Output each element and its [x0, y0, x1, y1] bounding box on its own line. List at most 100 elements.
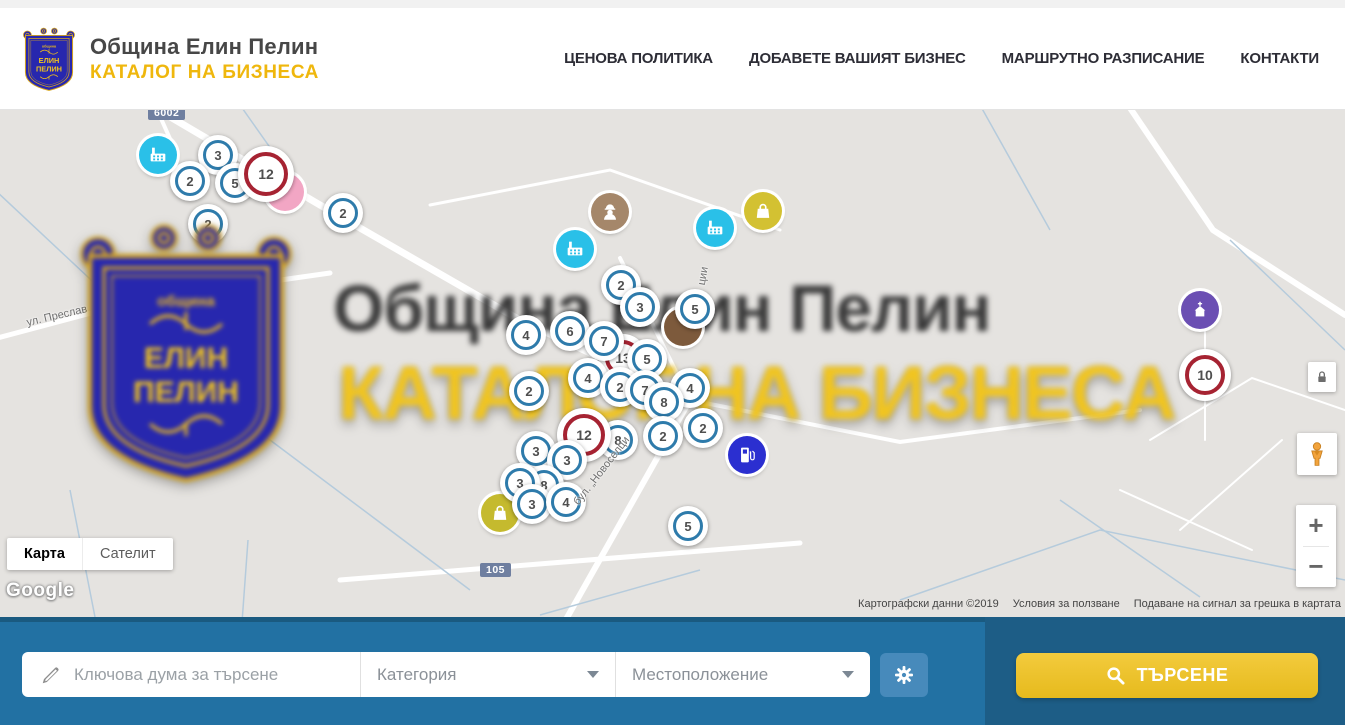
map-cluster[interactable]: 7 — [584, 321, 624, 361]
cluster-count: 4 — [686, 381, 693, 396]
map-cluster[interactable]: 4 — [546, 482, 586, 522]
attribution-data: Картографски данни ©2019 — [858, 598, 999, 610]
cluster-count: 3 — [636, 300, 643, 315]
map-cluster[interactable]: 3 — [620, 287, 660, 327]
municipality-emblem-icon: община ЕЛИН ПЕЛИН — [22, 20, 76, 98]
church-pin[interactable] — [1181, 291, 1219, 329]
zoom-out-button[interactable]: − — [1296, 547, 1336, 588]
map-type-satellite-button[interactable]: Сателит — [82, 538, 173, 570]
map-cluster[interactable]: 5 — [675, 289, 715, 329]
worker-pin[interactable] — [591, 193, 629, 231]
cluster-count: 3 — [214, 148, 221, 163]
cluster-count: 4 — [584, 371, 591, 386]
cluster-count: 5 — [643, 352, 650, 367]
pegman-icon — [1304, 439, 1330, 469]
main-nav: ЦЕНОВА ПОЛИТИКА ДОБАВЕТЕ ВАШИЯТ БИЗНЕС МАР… — [564, 50, 1319, 67]
road-number-badge: 105 — [480, 563, 511, 577]
shopping-bag-icon — [489, 502, 511, 524]
factory-pin[interactable] — [556, 230, 594, 268]
cluster-count: 4 — [562, 495, 569, 510]
category-select[interactable]: Категория — [361, 652, 615, 697]
cluster-count: 2 — [339, 206, 346, 221]
map-cluster[interactable]: 2 — [509, 371, 549, 411]
pencil-icon — [40, 664, 62, 686]
location-select-value: Местоположение — [632, 665, 768, 685]
svg-text:ПЕЛИН: ПЕЛИН — [133, 376, 239, 409]
filter-bar: Категория Местоположение — [22, 652, 870, 697]
church-icon — [1189, 299, 1211, 321]
map-cluster[interactable]: 12 — [238, 146, 294, 202]
cluster-count: 6 — [566, 324, 573, 339]
search-icon — [1106, 666, 1125, 685]
street-label: ции — [696, 266, 711, 286]
category-select-value: Категория — [377, 665, 456, 685]
watermark-title: Община Елин Пелин — [333, 270, 991, 346]
cluster-count: 3 — [528, 497, 535, 512]
brand-logo[interactable]: община ЕЛИН ПЕЛИН Община Елин Пелин КАТА… — [22, 20, 319, 98]
map-cluster[interactable]: 2 — [188, 204, 228, 244]
cluster-count: 2 — [525, 384, 532, 399]
svg-text:община: община — [42, 44, 57, 48]
cluster-count: 5 — [691, 302, 698, 317]
nav-link-0[interactable]: ЦЕНОВА ПОЛИТИКА — [564, 50, 713, 67]
chevron-down-icon — [587, 671, 599, 678]
keyword-search-input[interactable] — [74, 665, 324, 685]
search-bar: Категория Местоположение ТЪРСЕНЕ — [0, 617, 1345, 725]
nav-link-3[interactable]: КОНТАКТИ — [1240, 50, 1319, 67]
location-select[interactable]: Местоположение — [616, 652, 870, 697]
svg-text:ПЕЛИН: ПЕЛИН — [36, 64, 62, 73]
map-cluster[interactable]: 2 — [170, 161, 210, 201]
cluster-count: 2 — [699, 421, 706, 436]
cluster-count: 3 — [532, 444, 539, 459]
map-cluster[interactable]: 2 — [643, 416, 683, 456]
map-cluster[interactable]: 2 — [323, 193, 363, 233]
brand-subtitle: КАТАЛОГ НА БИЗНЕСА — [90, 62, 319, 84]
map-cluster[interactable]: 10 — [1179, 349, 1231, 401]
map-cluster[interactable]: 4 — [506, 315, 546, 355]
search-submit-button[interactable]: ТЪРСЕНЕ — [1016, 653, 1318, 698]
attribution-report-link[interactable]: Подаване на сигнал за грешка в картата — [1134, 598, 1341, 610]
watermark-emblem: община ЕЛИН ПЕЛИН — [76, 216, 296, 488]
brand-title: Община Елин Пелин — [90, 34, 319, 60]
map-cluster[interactable]: 5 — [668, 506, 708, 546]
zoom-control: + − — [1296, 505, 1336, 587]
attribution-terms-link[interactable]: Условия за ползване — [1013, 598, 1120, 610]
cluster-count: 4 — [522, 328, 529, 343]
worker-icon — [599, 201, 621, 223]
top-strip — [0, 0, 1345, 8]
factory-pin[interactable] — [139, 136, 177, 174]
shopping-pin[interactable] — [744, 192, 782, 230]
fuel-station-pin[interactable] — [728, 436, 766, 474]
lock-control-button[interactable] — [1308, 362, 1336, 392]
fuel-icon — [736, 444, 758, 466]
map-cluster[interactable]: 2 — [683, 408, 723, 448]
chevron-down-icon — [842, 671, 854, 678]
cluster-count: 12 — [258, 166, 274, 182]
map-type-map-button[interactable]: Карта — [7, 538, 82, 570]
header: община ЕЛИН ПЕЛИН Община Елин Пелин КАТА… — [0, 8, 1345, 110]
cluster-count: 2 — [617, 278, 624, 293]
cluster-count: 8 — [660, 395, 667, 410]
cluster-count: 2 — [204, 217, 211, 232]
cluster-count: 12 — [576, 427, 592, 443]
zoom-in-button[interactable]: + — [1296, 505, 1336, 546]
lock-icon — [1314, 369, 1330, 385]
map-canvas[interactable]: Община Елин Пелин КАТАЛОГ НА БИЗНЕСА 232… — [0, 110, 1345, 617]
factory-icon — [564, 238, 586, 260]
factory-pin[interactable] — [696, 209, 734, 247]
factory-icon — [704, 217, 726, 239]
svg-text:община: община — [157, 293, 215, 310]
nav-link-2[interactable]: МАРШРУТНО РАЗПИСАНИЕ — [1002, 50, 1205, 67]
road-number-badge: 6002 — [148, 110, 185, 120]
nav-link-1[interactable]: ДОБАВЕТЕ ВАШИЯТ БИЗНЕС — [749, 50, 966, 67]
street-label: ул. Преслав — [25, 303, 88, 329]
svg-text:ЕЛИН: ЕЛИН — [144, 342, 228, 375]
factory-icon — [147, 144, 169, 166]
street-view-pegman-button[interactable] — [1297, 433, 1337, 475]
cluster-count: 2 — [659, 429, 666, 444]
map-type-switcher: Карта Сателит — [7, 538, 173, 570]
cluster-count: 10 — [1197, 367, 1213, 383]
cluster-count: 8 — [614, 433, 621, 448]
google-logo[interactable]: Google — [6, 580, 74, 602]
advanced-settings-button[interactable] — [880, 653, 928, 697]
